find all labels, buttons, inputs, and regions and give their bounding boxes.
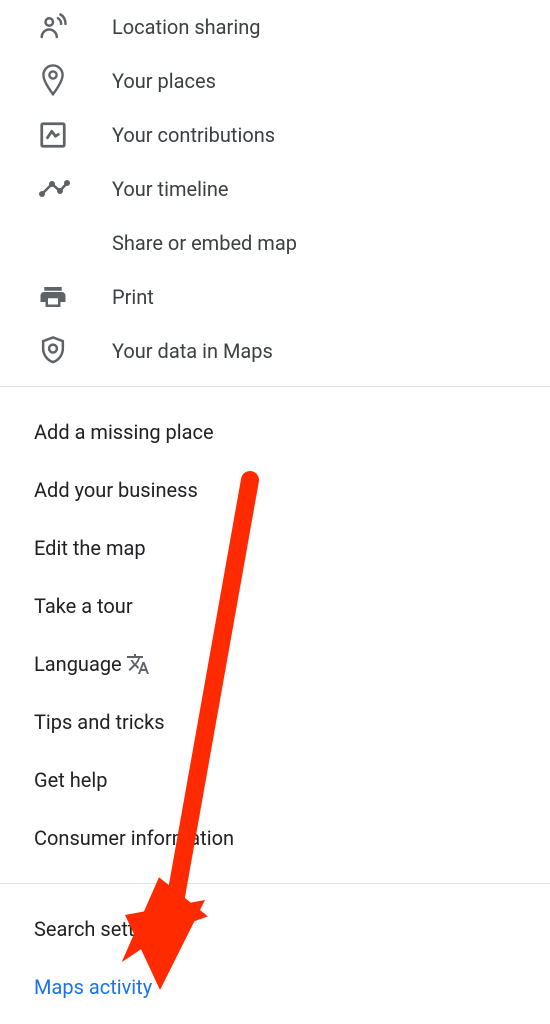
menu-item-label: Your places: [112, 69, 216, 93]
menu-item-your-timeline[interactable]: Your timeline: [0, 162, 550, 216]
divider: [0, 883, 550, 884]
timeline-icon: [0, 179, 112, 199]
contributions-icon: [0, 120, 112, 150]
menu-item-label: Your timeline: [112, 177, 228, 201]
menu-item-language[interactable]: Language: [34, 635, 550, 693]
menu-item-label: Add your business: [34, 478, 198, 502]
menu-middle-section: Add a missing place Add your business Ed…: [0, 395, 550, 875]
menu-item-label: Your contributions: [112, 123, 275, 147]
menu-item-label: Take a tour: [34, 594, 133, 618]
menu-item-add-missing-place[interactable]: Add a missing place: [34, 403, 550, 461]
menu-item-get-help[interactable]: Get help: [34, 751, 550, 809]
menu-item-your-places[interactable]: Your places: [0, 54, 550, 108]
menu-item-take-tour[interactable]: Take a tour: [34, 577, 550, 635]
menu-item-search-settings[interactable]: Search settings: [34, 900, 550, 958]
divider: [0, 386, 550, 387]
menu-top-section: Location sharing Your places Your contri…: [0, 0, 550, 378]
menu-item-label: Add a missing place: [34, 420, 214, 444]
menu-item-label: Edit the map: [34, 536, 146, 560]
menu-item-label: Consumer information: [34, 826, 234, 850]
menu-item-maps-activity[interactable]: Maps activity: [34, 958, 550, 1016]
menu-item-label: Search settings: [34, 917, 172, 941]
menu-item-label: Location sharing: [112, 15, 260, 39]
menu-item-label: Maps activity: [34, 975, 152, 999]
menu-bottom-section: Search settings Maps activity: [0, 892, 550, 1024]
menu-item-print[interactable]: Print: [0, 270, 550, 324]
menu-item-tips-tricks[interactable]: Tips and tricks: [34, 693, 550, 751]
menu-item-label: Print: [112, 285, 154, 309]
translate-icon: [126, 652, 150, 676]
print-icon: [0, 282, 112, 312]
menu-item-label: Get help: [34, 768, 107, 792]
menu-item-label: Your data in Maps: [112, 339, 273, 363]
location-sharing-icon: [0, 12, 112, 42]
privacy-shield-icon: [0, 335, 112, 367]
menu-item-label: Tips and tricks: [34, 710, 165, 734]
menu-item-label: Share or embed map: [112, 231, 297, 255]
menu-item-your-data[interactable]: Your data in Maps: [0, 324, 550, 378]
menu-item-edit-map[interactable]: Edit the map: [34, 519, 550, 577]
menu-item-consumer-info[interactable]: Consumer information: [34, 809, 550, 867]
menu-item-add-business[interactable]: Add your business: [34, 461, 550, 519]
menu-item-label: Language: [34, 652, 122, 676]
menu-item-your-contributions[interactable]: Your contributions: [0, 108, 550, 162]
place-pin-icon: [0, 63, 112, 99]
menu-item-location-sharing[interactable]: Location sharing: [0, 0, 550, 54]
menu-item-share-embed[interactable]: Share or embed map: [0, 216, 550, 270]
